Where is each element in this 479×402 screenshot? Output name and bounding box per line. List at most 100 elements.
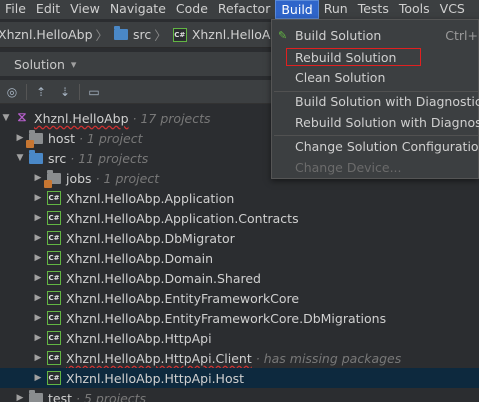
tree-row-label: host: [48, 130, 75, 146]
menu-bar: File Edit View Navigate Code Refactor Bu…: [0, 0, 479, 19]
menu-build[interactable]: Build: [275, 0, 319, 19]
chevron-right-icon[interactable]: ▶: [32, 233, 44, 243]
menu-edit[interactable]: Edit: [31, 0, 65, 19]
breadcrumb-item-src[interactable]: src: [111, 26, 152, 43]
chevron-right-icon[interactable]: ▶: [32, 353, 44, 363]
menu-item-shortcut: Ctrl+: [445, 28, 478, 43]
tree-row-project[interactable]: ▶ C# Xhznl.HelloAbp.EntityFrameworkCore.…: [0, 308, 479, 328]
tree-row-project[interactable]: ▶ C# Xhznl.HelloAbp.Application: [0, 188, 479, 208]
tree-row-label: Xhznl.HelloAbp.DbMigrator: [66, 230, 235, 246]
build-dropdown-menu: ✎ Build Solution Ctrl+ Rebuild Solution …: [271, 19, 479, 179]
menu-item-label: Rebuild Solution with Diagnostic: [295, 115, 479, 130]
expand-all-icon[interactable]: ⇡: [29, 82, 53, 102]
chevron-right-icon[interactable]: ▶: [32, 273, 44, 283]
tree-row-label: Xhznl.HelloAbp: [34, 110, 129, 126]
csharp-project-icon: C#: [46, 370, 62, 386]
menu-vcs[interactable]: VCS: [435, 0, 470, 19]
tree-row-test[interactable]: ▶ test · 5 projects: [0, 388, 479, 402]
folder-icon: [28, 149, 44, 166]
menu-run[interactable]: Run: [319, 0, 353, 19]
csharp-project-icon: C#: [46, 290, 62, 306]
folder-icon: [28, 389, 44, 402]
chevron-right-icon: 〉: [95, 28, 109, 43]
chevron-right-icon[interactable]: ▶: [32, 313, 44, 323]
toolbar-divider: [26, 83, 27, 100]
tree-row-meta: · 17 projects: [132, 110, 211, 126]
csharp-project-icon: C#: [46, 310, 62, 326]
solution-panel-title[interactable]: Solution: [14, 57, 65, 72]
hammer-icon: ✎: [278, 29, 288, 42]
highlight-annotation-box: [286, 48, 421, 66]
tree-row-project[interactable]: ▶ C# Xhznl.HelloAbp.HttpApi.Client · has…: [0, 348, 479, 368]
chevron-down-icon[interactable]: ▼: [0, 113, 12, 123]
menu-item-label: Change Solution Configuration...: [295, 139, 479, 154]
chevron-right-icon[interactable]: ▶: [14, 393, 26, 402]
menu-view[interactable]: View: [65, 0, 105, 19]
chevron-right-icon[interactable]: ▶: [32, 213, 44, 223]
locate-file-icon[interactable]: ◎: [0, 82, 24, 102]
settings-icon[interactable]: ▭: [82, 82, 106, 102]
tree-row-label: jobs: [66, 170, 92, 186]
tree-row-label: Xhznl.HelloAbp.HttpApi.Client: [66, 350, 252, 366]
tree-row-project[interactable]: ▶ C# Xhznl.HelloAbp.HttpApi: [0, 328, 479, 348]
solution-icon: ⧖: [17, 110, 27, 125]
menu-tests[interactable]: Tests: [353, 0, 394, 19]
chevron-right-icon[interactable]: ▶: [32, 193, 44, 203]
menu-item-build-solution[interactable]: ✎ Build Solution Ctrl+: [272, 26, 479, 46]
csharp-project-icon: C#: [46, 190, 62, 206]
csharp-project-icon: C#: [46, 330, 62, 346]
tree-row-label: Xhznl.HelloAbp.Domain: [66, 250, 213, 266]
tree-row-meta: · 11 projects: [70, 150, 149, 166]
tree-row-meta: · 5 projects: [76, 390, 147, 402]
breadcrumb-item-label: Xhznl.HelloAbp: [0, 27, 93, 42]
breadcrumb-item-solution[interactable]: Xhznl.HelloAbp: [0, 27, 93, 42]
tree-row-project[interactable]: ▶ C# Xhznl.HelloAbp.Domain.Shared: [0, 268, 479, 288]
menu-item-clean-solution[interactable]: Clean Solution: [272, 68, 479, 88]
chevron-right-icon[interactable]: ▶: [14, 133, 26, 143]
breadcrumb-item-label: src: [133, 27, 152, 42]
tree-row-label: Xhznl.HelloAbp.HttpApi: [66, 330, 212, 346]
tree-row-meta: · has missing packages: [255, 350, 402, 366]
menu-item-build-diagnostics[interactable]: Build Solution with Diagnostics: [272, 92, 479, 112]
tree-row-label: Xhznl.HelloAbp.HttpApi.Host: [66, 370, 245, 386]
csharp-project-icon: C#: [46, 350, 62, 366]
tree-row-project[interactable]: ▶ C# Xhznl.HelloAbp.DbMigrator: [0, 228, 479, 248]
csharp-project-icon: C#: [46, 210, 62, 226]
tree-row-label: src: [48, 150, 67, 166]
csharp-project-icon: C#: [172, 27, 188, 43]
collapse-all-icon[interactable]: ⇣: [53, 82, 77, 102]
csharp-project-icon: C#: [46, 250, 62, 266]
menu-item-label: Build Solution with Diagnostics: [295, 94, 479, 109]
chevron-right-icon[interactable]: ▶: [32, 333, 44, 343]
tree-row-project[interactable]: ▶ C# Xhznl.HelloAbp.Domain: [0, 248, 479, 268]
csharp-project-icon: C#: [46, 270, 62, 286]
menu-refactor[interactable]: Refactor: [213, 0, 275, 19]
menu-item-label: Clean Solution: [295, 70, 386, 85]
menu-item-change-device: Change Device...: [272, 158, 479, 178]
menu-navigate[interactable]: Navigate: [105, 0, 171, 19]
menu-item-change-configuration[interactable]: Change Solution Configuration...: [272, 137, 479, 157]
chevron-down-icon[interactable]: ▾: [71, 58, 77, 71]
menu-file[interactable]: File: [0, 0, 31, 19]
chevron-right-icon[interactable]: ▶: [32, 173, 44, 183]
tree-row-label: Xhznl.HelloAbp.EntityFrameworkCore.DbMig…: [66, 310, 387, 326]
toolbar-divider: [79, 83, 80, 100]
menu-item-label: Build Solution: [295, 28, 382, 43]
menu-item-rebuild-diagnostics[interactable]: Rebuild Solution with Diagnostic: [272, 113, 479, 133]
chevron-right-icon: 〉: [154, 28, 167, 43]
tree-row-label: Xhznl.HelloAbp.EntityFrameworkCore: [66, 290, 300, 306]
tree-row-label: test: [48, 390, 73, 402]
chevron-down-icon[interactable]: ▼: [14, 153, 26, 163]
chevron-right-icon[interactable]: ▶: [32, 373, 44, 383]
tree-row-project-selected[interactable]: ▶ C# Xhznl.HelloAbp.HttpApi.Host: [0, 368, 479, 388]
tree-row-label: Xhznl.HelloAbp.Domain.Shared: [66, 270, 261, 286]
menu-code[interactable]: Code: [171, 0, 213, 19]
tree-row-project[interactable]: ▶ C# Xhznl.HelloAbp.Application.Contract…: [0, 208, 479, 228]
menu-divider: [274, 135, 478, 136]
folder-icon: [26, 129, 44, 148]
menu-tools[interactable]: Tools: [394, 0, 435, 19]
chevron-right-icon[interactable]: ▶: [32, 253, 44, 263]
tree-row-project[interactable]: ▶ C# Xhznl.HelloAbp.EntityFrameworkCore: [0, 288, 479, 308]
tree-row-meta: · 1 project: [95, 170, 160, 186]
chevron-right-icon[interactable]: ▶: [32, 293, 44, 303]
